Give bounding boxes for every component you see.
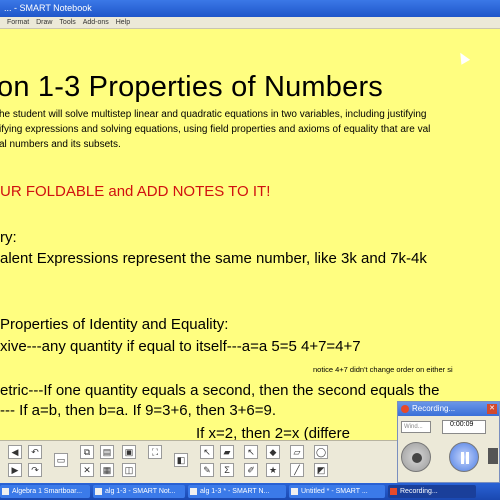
menu-addons[interactable]: Add-ons — [83, 17, 109, 29]
recorder-window: Recording... ✕ Wind... 0:00:09 — [397, 401, 500, 483]
math-symbol-icon[interactable]: Σ — [220, 463, 234, 477]
dual-page-icon[interactable]: ◫ — [122, 463, 136, 477]
record-button[interactable] — [401, 442, 431, 472]
record-icon — [412, 453, 422, 463]
objective-line-3: al numbers and its subsets. — [0, 139, 121, 150]
menu-draw[interactable]: Draw — [36, 17, 52, 29]
app-icon — [291, 488, 298, 495]
screen-shade-icon[interactable]: ▭ — [54, 453, 68, 467]
foldable-instruction: UR FOLDABLE and ADD NOTES TO IT! — [0, 183, 271, 200]
vocabulary-heading: ry: — [0, 229, 17, 246]
app-icon — [95, 488, 102, 495]
mouse-cursor-icon — [455, 50, 471, 65]
copy-icon[interactable]: ⧉ — [80, 445, 94, 459]
shapes-icon[interactable]: ◯ — [314, 445, 328, 459]
paste-icon[interactable]: ▤ — [100, 445, 114, 459]
next-page-icon[interactable]: ▶ — [8, 463, 22, 477]
menu-bar: Format Draw Tools Add-ons Help — [0, 17, 500, 29]
properties-heading: Properties of Identity and Equality: — [0, 316, 229, 333]
menu-tools[interactable]: Tools — [59, 17, 75, 29]
creative-pen-icon[interactable]: ✐ — [244, 463, 258, 477]
taskbar-item-alg-1-3[interactable]: alg 1-3 - SMART Not... — [93, 485, 185, 498]
notebook-page[interactable]: on 1-3 Properties of Numbers he student … — [0, 29, 500, 440]
menu-help[interactable]: Help — [116, 17, 130, 29]
full-screen-icon[interactable]: ⛶ — [148, 445, 162, 459]
select-icon[interactable]: ↖ — [200, 445, 214, 459]
notice-note: notice 4+7 didn't change order on either… — [313, 365, 453, 374]
pen-icon[interactable]: ✎ — [200, 463, 214, 477]
symmetric-property-line: etric---If one quantity equals a second,… — [0, 382, 440, 399]
record-mode-select[interactable]: Wind... — [401, 421, 431, 433]
symmetric-example-line: --- If a=b, then b=a. If 9=3+6, then 3+6… — [0, 402, 277, 419]
window-title-bar: ... - SMART Notebook — [0, 0, 500, 17]
recorder-title: Recording... — [412, 404, 456, 413]
reflexive-property-line: xive---any quantity if equal to itself--… — [0, 338, 361, 355]
pause-button[interactable] — [449, 442, 479, 472]
transitive-partial-line: If x=2, then 2=x (differe — [196, 425, 350, 440]
pointer-icon[interactable]: ↖ — [244, 445, 258, 459]
objective-line-2: ifying expressions and solving equations… — [0, 124, 431, 135]
recorder-icon — [390, 488, 397, 495]
equivalent-expressions-line: alent Expressions represent the same num… — [0, 250, 427, 267]
redo-icon[interactable]: ↷ — [28, 463, 42, 477]
app-icon — [190, 488, 197, 495]
taskbar: Algebra 1 Smartboar... alg 1-3 - SMART N… — [0, 483, 500, 500]
shape-pen-icon[interactable]: ◆ — [266, 445, 280, 459]
taskbar-item-algebra-smartboard[interactable]: Algebra 1 Smartboar... — [0, 485, 90, 498]
window-title: ... - SMART Notebook — [4, 3, 92, 13]
notebook-toolbar: ◀ ▶ ↶ ↷ ▭ ⧉ ✕ ▤ ▦ ▣ ◫ ⛶ ◧ ↖ ✎ ▰ Σ ↖ ✐ ◆ … — [0, 440, 398, 483]
taskbar-item-recording[interactable]: Recording... — [388, 485, 476, 498]
pause-icon — [461, 452, 469, 464]
undo-icon[interactable]: ↶ — [28, 445, 42, 459]
fill-icon[interactable]: ◩ — [314, 463, 328, 477]
stop-button[interactable] — [488, 448, 498, 464]
app-icon — [2, 488, 9, 495]
capture-icon[interactable]: ▣ — [122, 445, 136, 459]
previous-page-icon[interactable]: ◀ — [8, 445, 22, 459]
lesson-title: on 1-3 Properties of Numbers — [0, 71, 383, 103]
objective-line-1: he student will solve multistep linear a… — [0, 109, 427, 120]
recorder-title-bar[interactable]: Recording... — [398, 402, 499, 416]
line-icon[interactable]: ╱ — [290, 463, 304, 477]
taskbar-item-alg-1-3-modified[interactable]: alg 1-3 * - SMART N... — [188, 485, 286, 498]
delete-icon[interactable]: ✕ — [80, 463, 94, 477]
recording-indicator-icon — [401, 405, 409, 413]
eraser-icon[interactable]: ▱ — [290, 445, 304, 459]
magic-pen-icon[interactable]: ★ — [266, 463, 280, 477]
close-icon[interactable]: ✕ — [487, 404, 497, 414]
highlighter-icon[interactable]: ▰ — [220, 445, 234, 459]
document-camera-icon[interactable]: ◧ — [174, 453, 188, 467]
menu-format[interactable]: Format — [7, 17, 29, 29]
table-icon[interactable]: ▦ — [100, 463, 114, 477]
recorder-time: 0:00:09 — [450, 421, 474, 428]
taskbar-item-untitled[interactable]: Untitled * - SMART ... — [289, 485, 385, 498]
